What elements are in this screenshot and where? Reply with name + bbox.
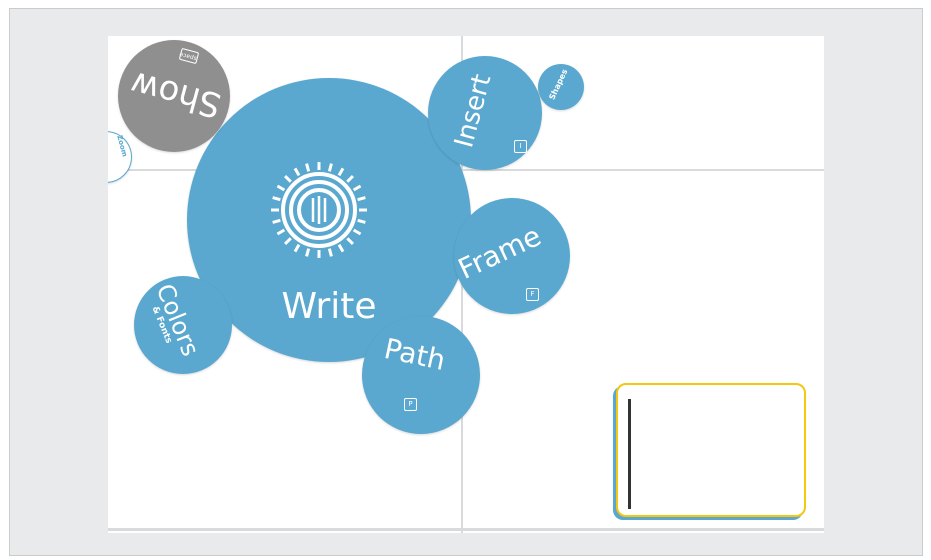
keyboard-key-icon: I [514, 140, 527, 153]
logo-ray [305, 163, 311, 172]
prezi-logo-icon [271, 162, 367, 258]
text-box[interactable] [616, 383, 806, 517]
insert-label: Insert [449, 71, 498, 151]
logo-ray [283, 237, 292, 246]
keyboard-key-icon: space [179, 47, 200, 65]
logo-ray [283, 174, 292, 183]
logo-ray [352, 228, 362, 236]
keyboard-key-icon: F [526, 288, 539, 301]
show-bubble[interactable]: space Show [118, 40, 230, 152]
insert-bubble[interactable]: Insert I [428, 56, 542, 170]
prezi-canvas[interactable]: Zoom Write Insert I Shapes Frame F Path … [108, 36, 824, 533]
logo-ray [327, 163, 333, 172]
path-label: Path [381, 331, 449, 378]
show-label: Show [126, 62, 226, 126]
shapes-label: Shapes [547, 67, 570, 102]
logo-ray [337, 167, 345, 177]
logo-ray [305, 248, 311, 257]
zoom-label: Zoom [115, 134, 129, 158]
logo-ray [293, 243, 301, 253]
path-bubble[interactable]: Path P [362, 316, 480, 434]
zoom-bubble[interactable]: Zoom [108, 131, 132, 183]
logo-ray [276, 184, 286, 192]
logo-ray [272, 218, 281, 224]
logo-ray [357, 218, 366, 224]
shapes-bubble[interactable]: Shapes [538, 64, 584, 110]
logo-ray [357, 196, 366, 202]
logo-ray [352, 184, 362, 192]
logo-ray [293, 167, 301, 177]
grid-line-bottom [108, 528, 824, 531]
text-caret [628, 399, 631, 509]
frame-bubble[interactable]: Frame F [453, 198, 570, 314]
logo-ray [346, 174, 355, 183]
logo-ray [272, 196, 281, 202]
keyboard-key-icon: P [404, 398, 417, 411]
logo-ray [276, 228, 286, 236]
logo-ray [327, 248, 333, 257]
frame-label: Frame [453, 219, 547, 286]
logo-ray [337, 243, 345, 253]
colors-bubble[interactable]: Colors & Fonts [134, 276, 232, 374]
logo-ray [346, 237, 355, 246]
